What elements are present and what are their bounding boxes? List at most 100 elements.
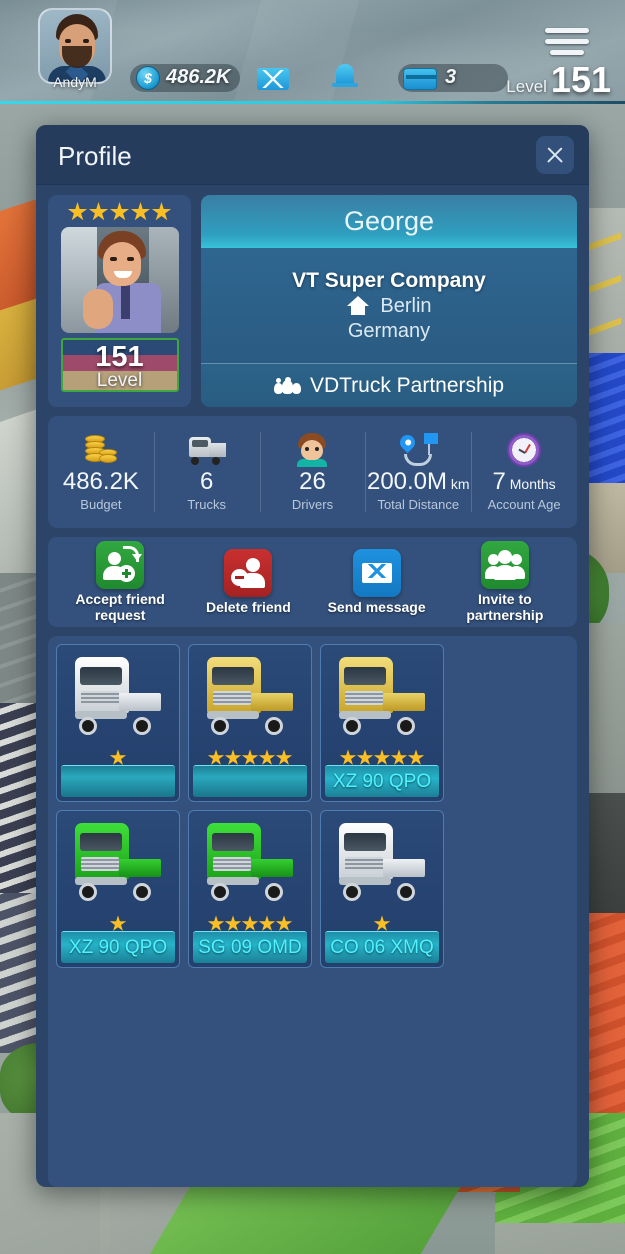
group-icon — [273, 376, 301, 394]
truck-list-panel: XZ 90 QPO XZ 90 QPO SG 09 OMD CO 06 XMQ — [48, 636, 577, 1187]
stat-budget-label: Budget — [80, 496, 122, 512]
route-icon — [397, 432, 439, 468]
stat-account-age: 7 Months Account Age — [471, 426, 577, 517]
truck-star-rating — [321, 915, 443, 932]
stat-account-age-value: 7 Months — [492, 468, 556, 496]
stat-budget-value: 486.2K — [62, 468, 139, 496]
truck-license-plate-text: SG 09 OMD — [198, 936, 302, 958]
truck-license-plate: XZ 90 QPO — [61, 931, 175, 964]
driver-icon — [295, 432, 329, 468]
truck-license-plate: SG 09 OMD — [193, 931, 307, 964]
invite-partnership-icon — [480, 541, 529, 589]
actions-row: Accept friend request Delete friend Send… — [48, 537, 577, 628]
arrow-icon — [123, 543, 143, 562]
player-avatar[interactable] — [38, 8, 112, 84]
truck-slot-count: 3 — [445, 66, 457, 88]
truck-image — [57, 819, 179, 911]
stat-trucks-label: Trucks — [187, 496, 226, 512]
send-message-button[interactable]: Send message — [313, 548, 441, 616]
truck-grid: XZ 90 QPO XZ 90 QPO SG 09 OMD CO 06 XMQ — [56, 644, 569, 969]
truck-card[interactable]: XZ 90 QPO — [56, 810, 180, 969]
delete-friend-button[interactable]: Delete friend — [184, 548, 312, 616]
card-icon — [403, 68, 437, 90]
truck-card[interactable] — [188, 644, 312, 803]
stat-drivers-label: Drivers — [291, 496, 334, 512]
truck-license-plate — [61, 765, 175, 798]
identity-row: 151 Level George VT Super Company Berlin… — [48, 195, 577, 407]
bell-icon[interactable] — [332, 64, 358, 87]
dialog-header: Profile — [36, 125, 589, 185]
truck-license-plate-text: CO 06 XMQ — [330, 936, 434, 958]
money-value: 486.2K — [166, 66, 231, 88]
accept-friend-icon — [96, 541, 145, 589]
stat-total-distance-label: Total Distance — [377, 496, 460, 512]
stat-total-distance-value: 200.0M km — [366, 468, 470, 496]
level-value: 151 — [550, 59, 611, 100]
profile-dialog: Profile 151 Level George VT Super Compan… — [36, 125, 589, 1187]
truck-image — [189, 653, 311, 745]
truck-license-plate-text: XZ 90 QPO — [68, 936, 168, 958]
truck-license-plate — [193, 765, 307, 798]
truck-star-rating — [189, 915, 311, 932]
truck-license-plate: XZ 90 QPO — [325, 765, 439, 798]
company-country: Germany — [347, 319, 431, 342]
player-name-bar: George — [201, 195, 577, 248]
player-level-badge: 151 Level — [60, 338, 179, 392]
truck-card[interactable]: XZ 90 QPO — [320, 644, 444, 803]
clock-icon — [507, 432, 542, 468]
truck-license-plate: CO 06 XMQ — [325, 931, 439, 964]
player-level-text: Level — [96, 370, 143, 391]
delete-friend-icon — [224, 548, 273, 597]
truck-card[interactable]: SG 09 OMD — [188, 810, 312, 969]
stats-row: 486.2K Budget 6 Trucks 26 Drivers 200.0M… — [48, 416, 577, 528]
company-city: Berlin — [380, 294, 432, 317]
stat-trucks-value: 6 — [200, 468, 214, 496]
invite-to-partnership-label: Invite to partnership — [466, 591, 544, 623]
dialog-body: 151 Level George VT Super Company Berlin… — [36, 185, 589, 1187]
hamburger-menu-icon[interactable] — [545, 28, 589, 58]
truck-license-plate-text: XZ 90 QPO — [332, 770, 432, 792]
stat-total-distance: 200.0M km Total Distance — [365, 426, 471, 517]
truck-card[interactable]: CO 06 XMQ — [320, 810, 444, 969]
mail-icon[interactable] — [257, 68, 289, 90]
invite-to-partnership-button[interactable]: Invite to partnership — [441, 541, 569, 623]
player-display-name: George — [343, 206, 435, 236]
truck-card[interactable] — [56, 644, 180, 803]
close-icon[interactable] — [536, 136, 574, 174]
page-title: Profile — [58, 141, 132, 171]
truck-icon — [185, 432, 229, 468]
truck-image — [189, 819, 311, 911]
coin-dollar-icon: $ — [136, 66, 160, 90]
accept-friend-request-button[interactable]: Accept friend request — [56, 541, 184, 623]
stat-drivers: 26 Drivers — [259, 426, 366, 517]
truck-star-rating — [189, 749, 311, 766]
partnership-bar[interactable]: VDTruck Partnership — [201, 363, 577, 407]
delete-friend-label: Delete friend — [205, 598, 291, 615]
send-message-label: Send message — [327, 598, 426, 615]
truck-image — [321, 819, 443, 911]
coins-icon — [81, 432, 121, 468]
accept-friend-request-label: Accept friend request — [75, 591, 165, 623]
truck-star-rating — [57, 749, 179, 766]
stat-budget: 486.2K Budget — [48, 426, 154, 517]
home-icon — [346, 296, 370, 316]
player-star-rating — [67, 202, 172, 222]
location-line: Berlin — [346, 294, 432, 318]
truck-image — [57, 653, 179, 745]
stat-account-age-label: Account Age — [487, 496, 561, 512]
company-block: VT Super Company Berlin Germany — [201, 248, 577, 363]
send-message-icon — [352, 548, 401, 597]
truck-image — [321, 653, 443, 745]
company-name: VT Super Company — [292, 268, 486, 292]
partnership-name: VDTruck Partnership — [309, 373, 505, 397]
player-portrait — [60, 227, 179, 333]
level-label: Level — [506, 77, 547, 96]
top-hud-bar: AndyM $ 486.2K 3 Level 151 — [0, 0, 625, 103]
player-info-card: George VT Super Company Berlin Germany V… — [201, 195, 577, 407]
player-card: 151 Level — [48, 195, 191, 407]
player-level-number: 151 — [95, 341, 144, 373]
level-display: Level 151 — [506, 62, 611, 98]
player-name-label: AndyM — [53, 74, 97, 90]
truck-star-rating — [57, 915, 179, 932]
stat-drivers-value: 26 — [299, 468, 326, 496]
